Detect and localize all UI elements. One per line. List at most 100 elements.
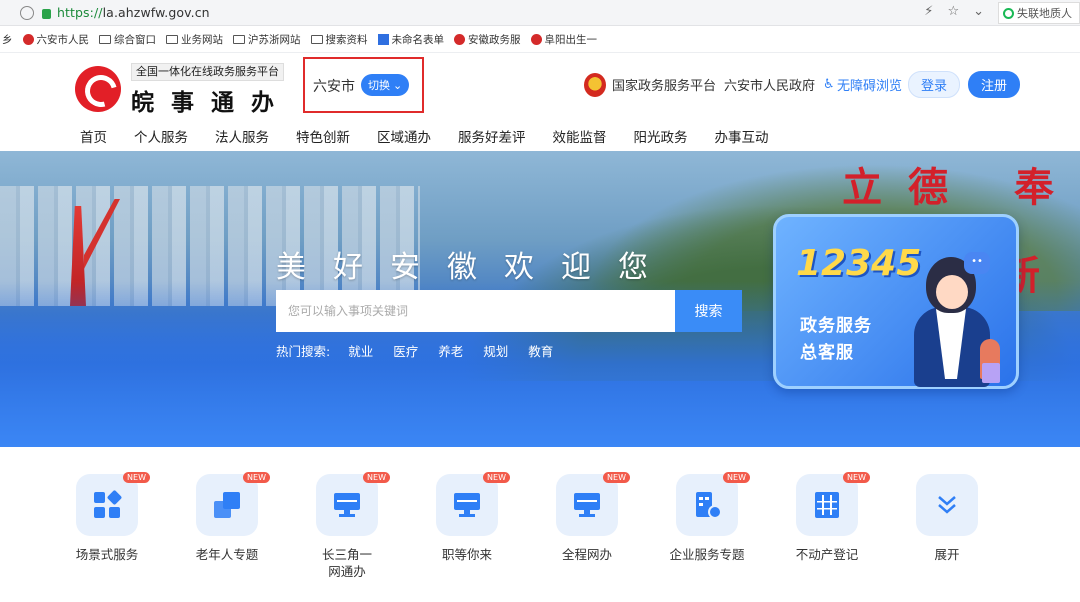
hot-keyword[interactable]: 就业 <box>348 341 373 360</box>
folder-icon <box>233 35 245 44</box>
hotline-title: 政务服务 <box>800 316 872 336</box>
bookmark-label: 业务网站 <box>181 34 223 46</box>
bookmark-folder[interactable]: 业务网站 <box>166 32 223 47</box>
ahzwfw-icon <box>454 34 465 45</box>
yrd-icon: NEW <box>316 472 390 536</box>
nav-supervision[interactable]: 效能监督 <box>553 126 607 146</box>
new-badge: NEW <box>483 472 510 483</box>
bookmark-item[interactable]: 阜阳出生一 <box>530 32 597 47</box>
service-item[interactable]: NEW 不动产登记 <box>796 472 916 580</box>
accessibility-label: 无障碍浏览 <box>836 79 902 94</box>
chevron-down-icon: ⌄ <box>393 78 403 92</box>
url-text[interactable]: https://la.ahzwfw.gov.cn <box>57 5 210 20</box>
bookmark-folder[interactable]: 综合窗口 <box>99 32 156 47</box>
service-item[interactable]: NEW 场景式服务 <box>76 472 196 580</box>
bookmark-item[interactable]: 未命名表单 <box>377 32 444 47</box>
bookmark-item[interactable]: 乡 <box>2 32 13 47</box>
wheelchair-icon: ♿ <box>822 76 835 92</box>
hot-search-label: 热门搜索: <box>276 344 331 359</box>
city-switch-button[interactable]: 切换 ⌄ <box>361 74 410 96</box>
nav-evaluation[interactable]: 服务好差评 <box>458 126 526 146</box>
service-label: 老年人专题 <box>195 547 259 562</box>
lock-icon <box>42 8 51 19</box>
nav-interaction[interactable]: 办事互动 <box>715 126 769 146</box>
browser-search-text: 失联地质人 <box>1017 7 1072 20</box>
bookmark-label: 乡 <box>2 34 13 46</box>
folder-icon <box>310 35 323 44</box>
city-government-link[interactable]: 六安市人民政府 <box>724 75 815 94</box>
search-input[interactable] <box>276 290 675 332</box>
chevron-down-icon[interactable]: ⌄ <box>973 4 984 19</box>
logo-tagline: 全国一体化在线政务服务平台 <box>131 63 284 81</box>
hotline-12345-card[interactable]: 12345 政务服务 总客服 •• <box>773 214 1019 389</box>
bookmark-label: 综合窗口 <box>114 34 156 46</box>
new-badge: NEW <box>363 472 390 483</box>
hot-keyword[interactable]: 规划 <box>483 341 508 360</box>
jobs-icon: NEW <box>436 472 510 536</box>
realestate-icon: NEW <box>796 472 870 536</box>
hot-keyword[interactable]: 教育 <box>528 341 553 360</box>
login-button[interactable]: 登录 <box>908 71 960 98</box>
nav-home[interactable]: 首页 <box>80 126 107 146</box>
bookmark-label: 搜索资料 <box>325 34 368 46</box>
scene-icon: NEW <box>76 472 150 536</box>
service-item[interactable]: NEW 职等你来 <box>436 472 556 580</box>
emblem-icon <box>22 34 34 45</box>
folder-icon <box>99 35 111 44</box>
expand-button[interactable]: 展开 <box>916 474 1036 580</box>
browser-search-box[interactable]: 失联地质人 <box>998 2 1080 24</box>
main-nav: 首页 个人服务 法人服务 特色创新 区域通办 服务好差评 效能监督 阳光政务 办… <box>80 126 796 146</box>
search-button[interactable]: 搜索 <box>675 290 742 332</box>
service-label: 场景式服务 <box>75 547 139 562</box>
register-button[interactable]: 注册 <box>968 71 1020 98</box>
expand-icon <box>916 474 978 536</box>
form-icon <box>377 34 389 45</box>
ahzwfw-icon <box>530 34 542 45</box>
enterprise-icon: NEW <box>676 472 750 536</box>
logo-icon <box>75 65 121 112</box>
search-bar: 搜索 <box>276 290 742 332</box>
nav-regional[interactable]: 区域通办 <box>377 126 431 146</box>
nav-personal[interactable]: 个人服务 <box>134 126 188 146</box>
hot-keyword[interactable]: 养老 <box>438 341 463 360</box>
bookmark-item[interactable]: 六安市人民 <box>22 32 89 47</box>
chat-bubble-icon: •• <box>964 252 990 274</box>
site-logo[interactable]: 全国一体化在线政务服务平台 皖事通办 <box>75 60 291 117</box>
site-info-icon[interactable] <box>20 5 34 20</box>
online-icon: NEW <box>556 472 630 536</box>
star-icon[interactable]: ☆ <box>947 4 959 19</box>
service-item[interactable]: NEW 企业服务专题 <box>669 472 796 580</box>
agent-illustration <box>936 275 968 309</box>
hot-keyword[interactable]: 医疗 <box>393 341 418 360</box>
logo-name: 皖事通办 <box>131 90 291 116</box>
lightning-icon[interactable]: ⚡ <box>924 4 933 19</box>
bookmark-label: 安徽政务服 <box>468 34 521 46</box>
bookmark-label: 沪苏浙网站 <box>248 34 301 46</box>
service-item[interactable]: NEW 全程网办 <box>556 472 676 580</box>
nav-innovation[interactable]: 特色创新 <box>296 126 350 146</box>
national-emblem-icon <box>583 72 606 97</box>
new-badge: NEW <box>603 472 630 483</box>
service-label: 长三角一网通办 <box>321 547 372 579</box>
header-links: 国家政务服务平台 六安市人民政府 ♿ 无障碍浏览 登录 注册 <box>583 71 1020 98</box>
hotline-number: 12345 <box>796 243 922 284</box>
nav-open-affairs[interactable]: 阳光政务 <box>634 126 688 146</box>
folder-icon <box>166 35 178 44</box>
service-label: 展开 <box>934 547 960 562</box>
bookmark-folder[interactable]: 沪苏浙网站 <box>233 32 301 47</box>
address-bar[interactable]: https://la.ahzwfw.gov.cn ⚡ ☆ ⌄ 失联地质人 <box>0 0 1080 26</box>
service-item[interactable]: NEW 长三角一网通办 <box>316 472 436 580</box>
banner-slogan: 美好安徽欢迎您 <box>276 250 675 285</box>
service-shortcuts: NEW 场景式服务 NEW 老年人专题 NEW 长三角一网通办 NEW 职等你来… <box>76 472 1036 580</box>
service-item[interactable]: NEW 老年人专题 <box>196 472 316 580</box>
bookmark-folder[interactable]: 搜索资料 <box>310 32 368 47</box>
hot-searches: 热门搜索: 就业 医疗 养老 规划 教育 <box>276 341 573 360</box>
url-scheme: https:// <box>57 5 103 20</box>
nav-legal-person[interactable]: 法人服务 <box>215 126 269 146</box>
hero-banner: 立德 奉 新 美好安徽欢迎您 搜索 热门搜索: 就业 医疗 养老 规划 教育 1… <box>0 151 1080 447</box>
national-platform-link[interactable]: 国家政务服务平台 <box>612 75 716 94</box>
service-label: 企业服务专题 <box>669 547 745 562</box>
accessibility-link[interactable]: ♿ 无障碍浏览 <box>823 75 902 94</box>
bookmark-item[interactable]: 安徽政务服 <box>454 32 521 47</box>
new-badge: NEW <box>243 472 270 483</box>
